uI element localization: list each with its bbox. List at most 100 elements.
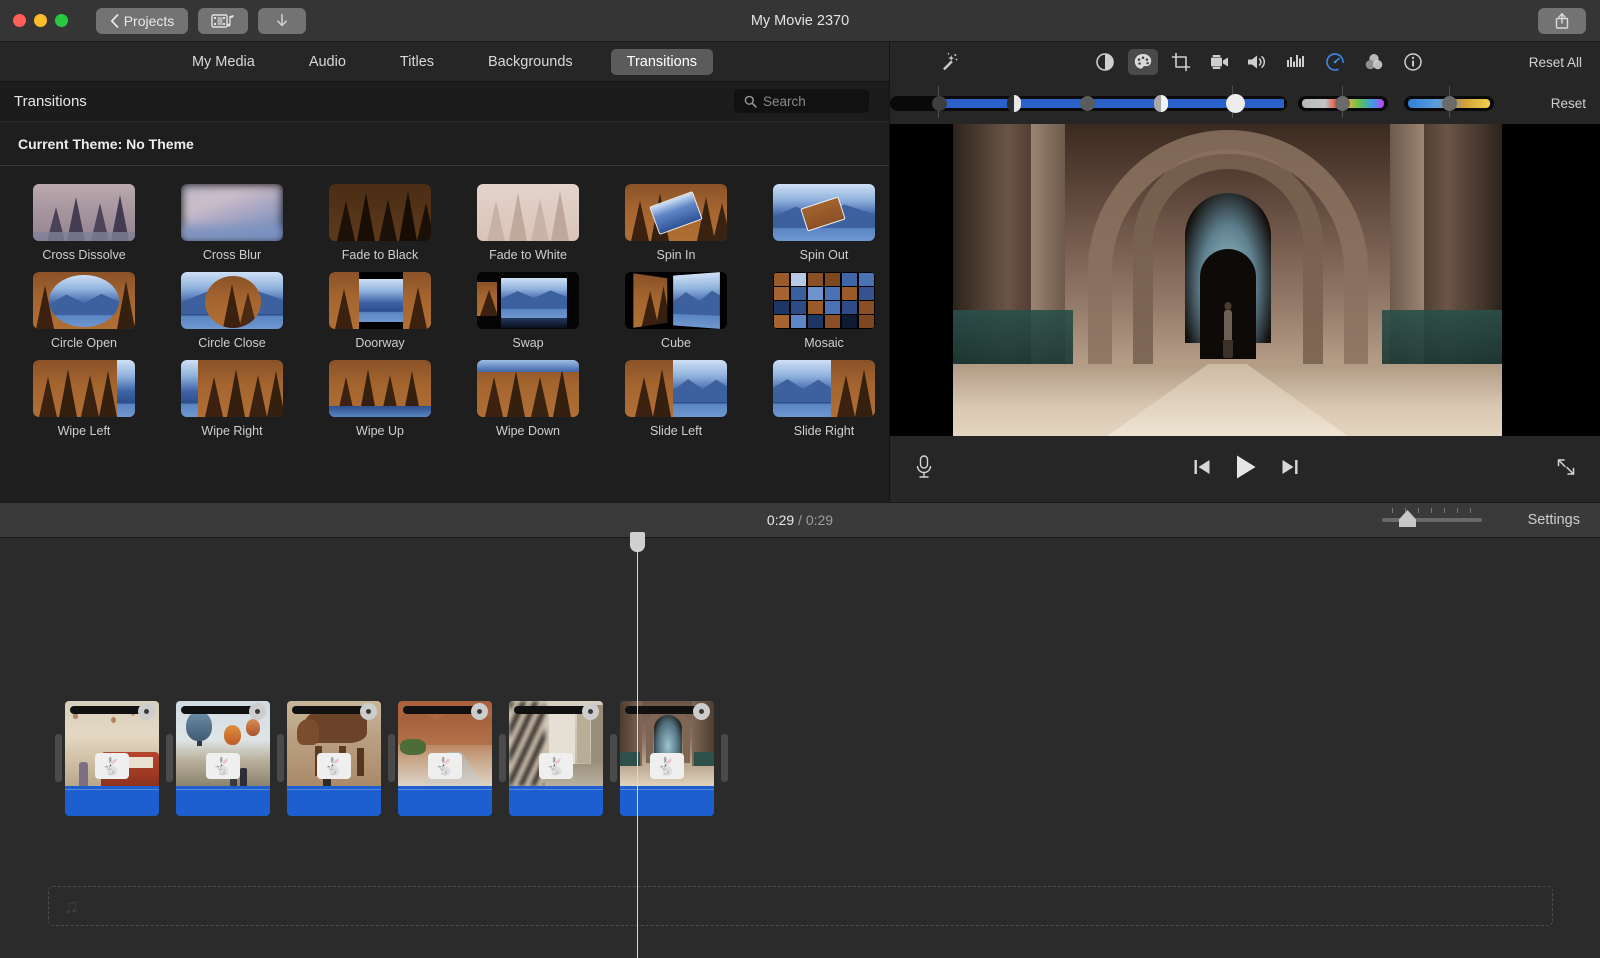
fullscreen-button[interactable] — [1555, 456, 1577, 483]
transition-item-mosaic[interactable]: Mosaic — [762, 272, 886, 350]
transition-item-spin-in[interactable]: Spin In — [614, 184, 738, 262]
volume-icon[interactable] — [1242, 49, 1272, 75]
share-button[interactable] — [1538, 8, 1586, 34]
midtones-knob[interactable] — [1080, 96, 1095, 111]
transition-item-swap[interactable]: Swap — [466, 272, 590, 350]
playhead-handle[interactable] — [630, 532, 645, 552]
zoom-button[interactable] — [55, 14, 68, 27]
clip-options-button[interactable] — [138, 703, 155, 720]
clip-audio-waveform[interactable] — [620, 786, 714, 816]
timeline-clip-5[interactable]: 🐇 — [509, 701, 603, 816]
color-correction-icon[interactable] — [1128, 49, 1158, 75]
clip-audio-waveform[interactable] — [287, 786, 381, 816]
clip-speed-bar[interactable] — [181, 706, 255, 714]
tab-transitions[interactable]: Transitions — [610, 48, 714, 75]
color-balance-icon[interactable] — [1090, 49, 1120, 75]
import-media-button[interactable] — [198, 7, 248, 34]
crop-icon[interactable] — [1166, 49, 1196, 75]
close-button[interactable] — [13, 14, 26, 27]
clip-audio-waveform[interactable] — [176, 786, 270, 816]
transition-thumbnail[interactable] — [181, 184, 283, 241]
previous-button[interactable] — [1192, 458, 1212, 481]
transition-item-cross-blur[interactable]: Cross Blur — [170, 184, 294, 262]
transition-item-fade-to-white[interactable]: Fade to White — [466, 184, 590, 262]
highlights-knob[interactable] — [1226, 94, 1245, 113]
timeline-clip-2[interactable]: 🐇 — [176, 701, 270, 816]
timeline-area[interactable]: 🐇 🐇 🐇 🐇 🐇 🐇 ♫ — [0, 532, 1600, 958]
tab-my-media[interactable]: My Media — [176, 49, 271, 75]
transition-thumbnail[interactable] — [181, 272, 283, 329]
transition-thumbnail[interactable] — [773, 360, 875, 417]
transition-thumbnail[interactable] — [329, 184, 431, 241]
timeline-zoom-slider[interactable] — [1382, 508, 1482, 527]
transition-item-circle-open[interactable]: Circle Open — [22, 272, 146, 350]
timeline-clip-1[interactable]: 🐇 — [65, 701, 159, 816]
clip-body[interactable]: 🐇 — [620, 701, 714, 816]
transition-thumbnail[interactable] — [477, 272, 579, 329]
transition-thumbnail[interactable] — [625, 184, 727, 241]
clip-body[interactable]: 🐇 — [176, 701, 270, 816]
noise-reduction-icon[interactable] — [1281, 49, 1311, 75]
transition-item-wipe-left[interactable]: Wipe Left — [22, 360, 146, 438]
clip-speed-bar[interactable] — [70, 706, 144, 714]
clip-options-button[interactable] — [249, 703, 266, 720]
info-icon[interactable] — [1398, 49, 1428, 75]
white-point-knob[interactable] — [1154, 95, 1168, 112]
playhead[interactable] — [630, 532, 645, 958]
clip-speed-bar[interactable] — [403, 706, 477, 714]
clip-options-button[interactable] — [693, 703, 710, 720]
transition-item-cross-dissolve[interactable]: Cross Dissolve — [22, 184, 146, 262]
reset-all-button[interactable]: Reset All — [1529, 55, 1582, 70]
clip-speed-bar[interactable] — [514, 706, 588, 714]
clip-trim-handle[interactable] — [55, 734, 62, 782]
zoom-track[interactable] — [1382, 508, 1482, 527]
transition-item-fade-to-black[interactable]: Fade to Black — [318, 184, 442, 262]
clip-options-button[interactable] — [471, 703, 488, 720]
transition-thumbnail[interactable] — [33, 272, 135, 329]
tab-titles[interactable]: Titles — [384, 49, 450, 75]
clip-audio-waveform[interactable] — [398, 786, 492, 816]
clip-options-button[interactable] — [360, 703, 377, 720]
tab-backgrounds[interactable]: Backgrounds — [472, 49, 589, 75]
transition-thumbnail[interactable] — [181, 360, 283, 417]
search-field[interactable]: Search — [734, 89, 869, 113]
transition-thumbnail[interactable] — [625, 272, 727, 329]
reset-button[interactable]: Reset — [1551, 96, 1586, 111]
shadows-knob[interactable] — [932, 96, 947, 111]
clip-audio-waveform[interactable] — [65, 786, 159, 816]
clip-audio-waveform[interactable] — [509, 786, 603, 816]
clip-body[interactable]: 🐇 — [65, 701, 159, 816]
clip-body[interactable]: 🐇 — [509, 701, 603, 816]
transition-thumbnail[interactable] — [329, 360, 431, 417]
clip-trim-handle[interactable] — [499, 734, 506, 782]
current-theme-row[interactable]: Current Theme: No Theme — [0, 122, 889, 166]
transition-thumbnail[interactable] — [625, 360, 727, 417]
tab-audio[interactable]: Audio — [293, 49, 362, 75]
clip-filter-icon[interactable] — [1359, 49, 1389, 75]
clip-options-button[interactable] — [582, 703, 599, 720]
transition-item-cube[interactable]: Cube — [614, 272, 738, 350]
black-point-knob[interactable] — [1007, 95, 1021, 112]
clip-trim-handle[interactable] — [388, 734, 395, 782]
transition-item-spin-out[interactable]: Spin Out — [762, 184, 886, 262]
timeline-clip-4[interactable]: 🐇 — [398, 701, 492, 816]
music-drop-zone[interactable]: ♫ — [48, 886, 1553, 926]
transition-item-wipe-down[interactable]: Wipe Down — [466, 360, 590, 438]
timeline-settings-button[interactable]: Settings — [1528, 512, 1580, 528]
transition-item-slide-right[interactable]: Slide Right — [762, 360, 886, 438]
stabilization-icon[interactable] — [1204, 49, 1234, 75]
minimize-button[interactable] — [34, 14, 47, 27]
timeline-clip-6[interactable]: 🐇 — [620, 701, 714, 816]
auto-enhance-icon[interactable] — [934, 49, 964, 75]
transition-item-slide-left[interactable]: Slide Left — [614, 360, 738, 438]
transition-thumbnail[interactable] — [773, 184, 875, 241]
transition-thumbnail[interactable] — [329, 272, 431, 329]
transition-item-doorway[interactable]: Doorway — [318, 272, 442, 350]
clip-trim-handle[interactable] — [166, 734, 173, 782]
saturation-knob[interactable] — [1335, 96, 1350, 111]
clip-trim-handle[interactable] — [610, 734, 617, 782]
transition-thumbnail[interactable] — [773, 272, 875, 329]
transition-thumbnail[interactable] — [33, 360, 135, 417]
transition-thumbnail[interactable] — [477, 360, 579, 417]
clip-trim-handle[interactable] — [721, 734, 728, 782]
